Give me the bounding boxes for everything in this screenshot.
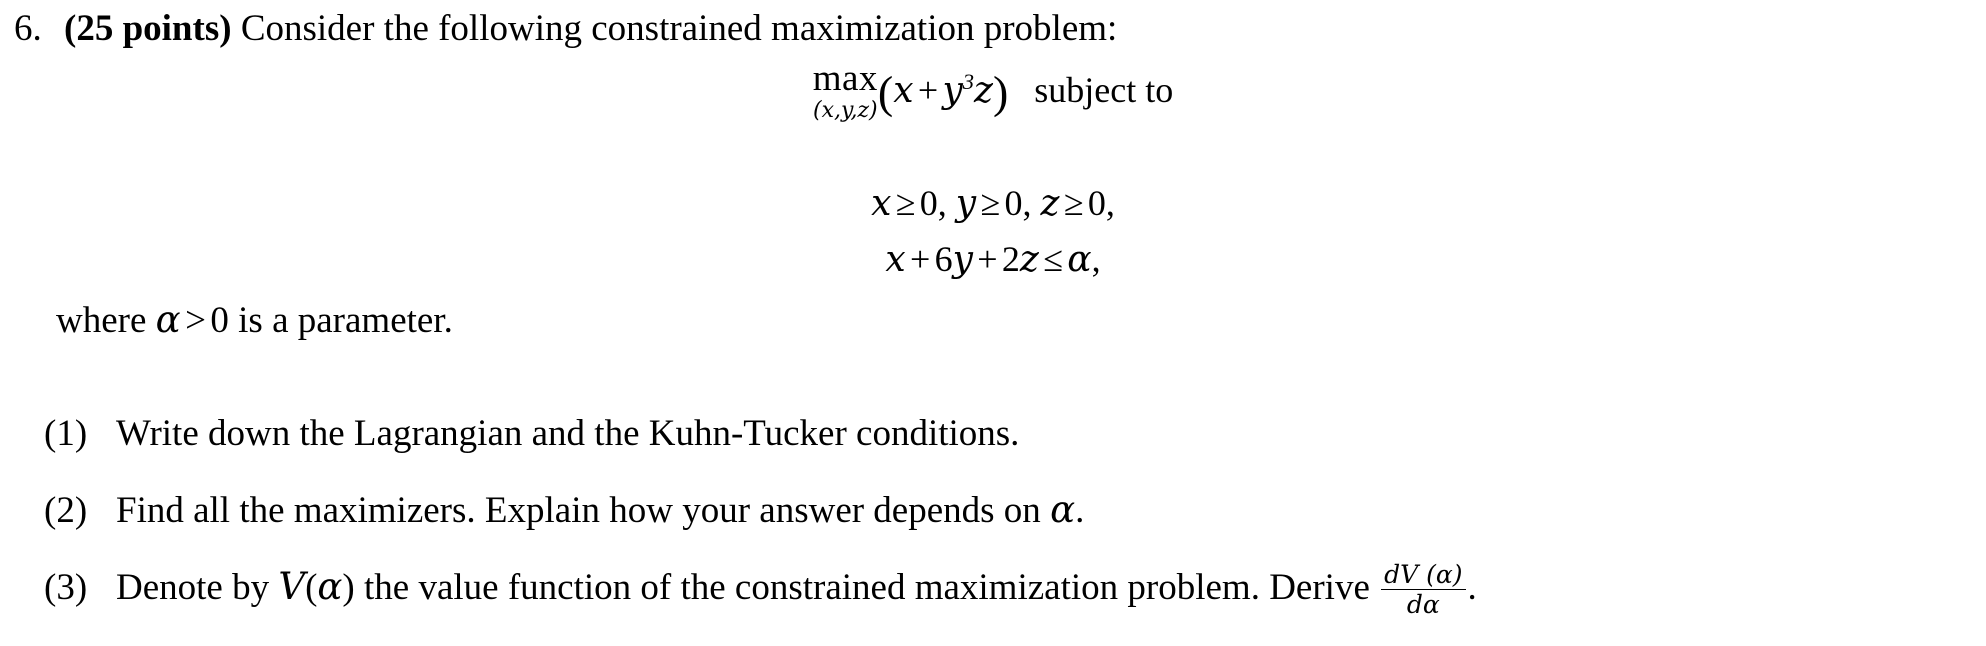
part-3-value-fn-close-paren: ): [342, 566, 355, 608]
budget-comma: ,: [1091, 239, 1101, 279]
where-zero: 0: [210, 300, 229, 341]
objective-var-x: x: [893, 69, 914, 111]
budget-var-x: x: [885, 239, 906, 280]
zero-bound-x: 0: [919, 183, 938, 223]
constraint-var-y: y: [955, 183, 977, 224]
part-2-text-after: .: [1075, 490, 1085, 531]
part-3-value-fn-alpha: α: [317, 564, 343, 608]
comma-after-x: ,: [937, 183, 956, 223]
where-alpha: α: [155, 298, 181, 341]
problem-statement-line: 6. (25 points) Consider the following con…: [14, 8, 1974, 51]
budget-plus-2: +: [977, 239, 998, 279]
problem-statement-text: [232, 8, 241, 49]
budget-alpha: α: [1067, 239, 1092, 280]
problem-number: 6.: [14, 8, 42, 49]
geq-operator-x: ≥: [895, 183, 916, 223]
part-2-alpha: α: [1050, 488, 1076, 531]
constraint-var-x: x: [871, 183, 892, 224]
where-prefix: where: [56, 300, 156, 341]
part-3-text-middle: the value function of the constrained ma…: [354, 566, 1380, 608]
derivative-denominator: dα: [1381, 589, 1466, 618]
max-operator: max: [812, 58, 878, 99]
part-3-text-before: Denote by: [116, 566, 279, 608]
part-3-text-after: .: [1467, 566, 1477, 608]
display-budget-constraint: x +6y +2z ≤ α,: [0, 238, 1986, 280]
part-3: (3) Denote by V(α) the value function of …: [44, 560, 1984, 619]
leq-operator: ≤: [1043, 239, 1063, 279]
part-3-value-fn-open-paren: (: [305, 566, 318, 608]
budget-coef-y: 6: [934, 239, 953, 279]
comma-after-y: ,: [1022, 183, 1041, 223]
objective-var-z: z: [974, 69, 993, 111]
problem-statement-body: Consider the following constrained maxim…: [240, 8, 1118, 49]
display-nonnegativity-constraints: x ≥0, y ≥0, z ≥0,: [0, 182, 1986, 224]
objective-close-paren: ): [992, 66, 1009, 118]
derivative-numerator: dV (α): [1384, 560, 1463, 589]
budget-coef-z: 2: [1001, 239, 1020, 279]
exam-problem-page: 6. (25 points) Consider the following con…: [0, 0, 1986, 646]
objective-open-paren: (: [877, 66, 894, 118]
part-1-marker: (1): [44, 413, 88, 454]
part-2-marker: (2): [44, 490, 88, 531]
max-operator-subscript: (x,y,z): [812, 98, 878, 123]
derivative-fraction: dV (α) dα: [1381, 560, 1466, 618]
display-objective: max (x,y,z) (x + y3z) subject to: [0, 60, 1986, 125]
where-clause-line: where α >0 is a parameter.: [56, 298, 453, 342]
objective-exponent: 3: [962, 68, 974, 94]
zero-bound-z: 0: [1087, 183, 1106, 223]
subject-to-label: subject to: [1034, 69, 1174, 110]
greater-than-operator: >: [185, 300, 206, 341]
comma-after-z: ,: [1105, 183, 1115, 223]
zero-bound-y: 0: [1004, 183, 1023, 223]
budget-plus-1: +: [910, 239, 931, 279]
geq-operator-y: ≥: [980, 183, 1001, 223]
part-3-marker: (3): [44, 566, 88, 608]
part-1-text: Write down the Lagrangian and the Kuhn-T…: [116, 413, 1020, 454]
objective-var-y: y: [942, 69, 963, 111]
part-2-text-before: Find all the maximizers. Explain how you…: [116, 490, 1051, 531]
budget-var-z: z: [1019, 239, 1039, 280]
part-1: (1) Write down the Lagrangian and the Kuh…: [44, 412, 1984, 455]
problem-points: (25 points): [64, 8, 232, 49]
part-2: (2) Find all the maximizers. Explain how …: [44, 488, 1984, 532]
budget-var-y: y: [952, 239, 973, 280]
objective-plus-operator: +: [917, 69, 939, 110]
geq-operator-z: ≥: [1063, 183, 1084, 223]
part-3-value-function-symbol: V: [278, 564, 306, 608]
max-operator-with-limits: max (x,y,z): [813, 60, 878, 123]
constraint-var-z: z: [1040, 183, 1060, 224]
where-suffix: is a parameter.: [228, 300, 453, 341]
